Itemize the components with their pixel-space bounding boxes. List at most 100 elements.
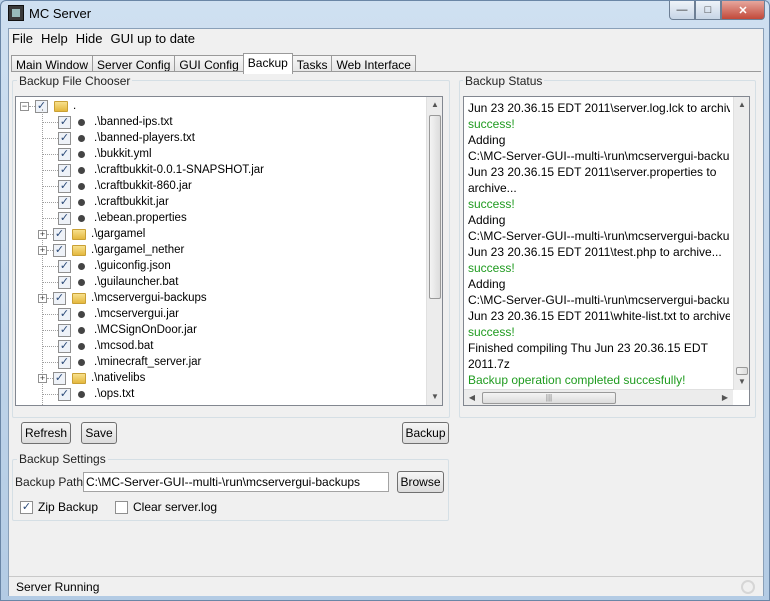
backup-button[interactable]: Backup bbox=[402, 422, 449, 444]
tree-connector bbox=[43, 329, 58, 331]
zip-backup-checkbox[interactable]: ✓ Zip Backup bbox=[20, 500, 98, 514]
checkbox-checked-icon[interactable]: ✓ bbox=[58, 179, 71, 193]
collapse-icon[interactable]: − bbox=[20, 101, 29, 111]
refresh-button[interactable]: Refresh bbox=[21, 422, 71, 444]
expand-icon[interactable]: + bbox=[38, 293, 47, 303]
expand-icon[interactable]: + bbox=[38, 373, 47, 383]
menu-item-hide[interactable]: Hide bbox=[73, 29, 108, 48]
checkbox-checked-icon[interactable]: ✓ bbox=[53, 371, 66, 385]
scroll-up-icon[interactable]: ▲ bbox=[734, 97, 749, 113]
menu-item-help[interactable]: Help bbox=[38, 29, 73, 48]
clear-server-log-checkbox[interactable]: Clear server.log bbox=[115, 500, 217, 514]
checkbox-checked-icon[interactable]: ✓ bbox=[58, 387, 71, 401]
backup-path-input[interactable]: C:\MC-Server-GUI--multi-\run\mcservergui… bbox=[83, 472, 389, 492]
tab-backup[interactable]: Backup bbox=[242, 53, 293, 74]
tree-connector bbox=[43, 361, 58, 363]
tree-item[interactable]: + ✓ .\gargamel_nether bbox=[16, 242, 184, 258]
checkbox-checked-icon[interactable]: ✓ bbox=[58, 131, 71, 145]
checkbox-checked-icon[interactable]: ✓ bbox=[58, 323, 71, 337]
tree-item-label: .\mcsod.bat bbox=[94, 340, 154, 352]
tree-item[interactable]: ✓ .\minecraft_server.jar bbox=[16, 354, 201, 370]
file-tree-scroll-thumb[interactable] bbox=[429, 115, 441, 299]
status-log-line: success! bbox=[468, 325, 515, 339]
close-button[interactable]: ✕ bbox=[721, 1, 765, 20]
tree-item-label: .\gargamel_nether bbox=[91, 244, 185, 256]
save-button[interactable]: Save bbox=[81, 422, 117, 444]
status-log-line: C:\MC-Server-GUI--multi-\run\mcservergui… bbox=[468, 229, 730, 243]
checkbox-checked-icon[interactable]: ✓ bbox=[58, 211, 71, 225]
scroll-down-icon[interactable]: ▼ bbox=[427, 389, 442, 405]
menu-item-gui-up-to-date[interactable]: GUI up to date bbox=[107, 29, 200, 48]
checkbox-checked-icon[interactable]: ✓ bbox=[58, 355, 71, 369]
scroll-down-icon[interactable]: ▼ bbox=[734, 374, 749, 390]
file-tree[interactable]: − ✓. ✓ .\banned-ips.txt ✓ .\banned-players.tx… bbox=[15, 96, 443, 406]
checkbox-checked-icon[interactable]: ✓ bbox=[53, 291, 66, 305]
tree-item[interactable]: ✓ .\ops.txt bbox=[16, 386, 134, 402]
checkbox-checked-icon[interactable]: ✓ bbox=[58, 339, 71, 353]
checkbox-checked-icon[interactable]: ✓ bbox=[58, 307, 71, 321]
checkbox-checked-icon[interactable]: ✓ bbox=[58, 163, 71, 177]
status-log-line: Jun 23 20.36.15 EDT 2011\test.php to arc… bbox=[468, 245, 722, 259]
expand-icon[interactable]: + bbox=[38, 229, 47, 239]
tree-item[interactable]: ✓ .\guiconfig.json bbox=[16, 258, 171, 274]
tree-root[interactable]: − ✓. bbox=[16, 98, 76, 114]
status-log-line: Finished compiling Thu Jun 23 20.36.15 E… bbox=[468, 341, 708, 355]
file-icon bbox=[78, 214, 85, 222]
window-controls: — □ ✕ bbox=[669, 1, 765, 21]
minimize-button[interactable]: — bbox=[669, 1, 695, 20]
status-log-line: Adding bbox=[468, 133, 506, 147]
tree-item[interactable]: ✓ .\craftbukkit.jar bbox=[16, 194, 169, 210]
checkbox-checked-icon[interactable]: ✓ bbox=[58, 147, 71, 161]
tree-item[interactable]: ✓ .\craftbukkit-0.0.1-SNAPSHOT.jar bbox=[16, 162, 264, 178]
checkbox-checked-icon[interactable]: ✓ bbox=[58, 195, 71, 209]
tree-item[interactable]: ✓ .\mcservergui.jar bbox=[16, 306, 179, 322]
tree-item[interactable]: ✓ .\ebean.properties bbox=[16, 210, 187, 226]
tree-item[interactable]: ✓ .\bukkit.yml bbox=[16, 146, 152, 162]
tree-item[interactable]: + ✓ .\gargamel bbox=[16, 226, 145, 242]
tree-connector bbox=[43, 185, 58, 187]
checkbox-checked-icon[interactable]: ✓ bbox=[53, 227, 66, 241]
status-log-line: success! bbox=[468, 197, 515, 211]
file-icon bbox=[78, 262, 85, 270]
tree-connector bbox=[43, 137, 58, 139]
status-log-line: Jun 23 20.36.15 EDT 2011\server.properti… bbox=[468, 165, 717, 179]
scroll-right-icon[interactable]: ▶ bbox=[717, 390, 733, 405]
tree-item[interactable]: ✓ .\MCSignOnDoor.jar bbox=[16, 322, 197, 338]
file-tree-vscrollbar[interactable]: ▲ ▼ bbox=[426, 97, 442, 405]
checkbox-unchecked-icon bbox=[115, 500, 128, 514]
tree-item-label: .\MCSignOnDoor.jar bbox=[94, 324, 197, 336]
tree-connector bbox=[47, 233, 53, 235]
tree-item[interactable]: ✓ .\craftbukkit-860.jar bbox=[16, 178, 192, 194]
status-hscroll-thumb[interactable]: ||| bbox=[482, 392, 616, 404]
checkbox-checked-icon[interactable]: ✓ bbox=[53, 243, 66, 257]
maximize-button[interactable]: □ bbox=[695, 1, 721, 20]
tree-item-label: .\banned-ips.txt bbox=[94, 116, 173, 128]
tree-item[interactable]: + ✓ .\nativelibs bbox=[16, 370, 145, 386]
tree-item-label: .\gargamel bbox=[91, 228, 146, 240]
tree-connector bbox=[43, 153, 58, 155]
browse-button[interactable]: Browse bbox=[397, 471, 444, 493]
status-hscrollbar[interactable]: ◀ ||| ▶ bbox=[464, 389, 733, 405]
backup-status-log[interactable]: Jun 23 20.36.15 EDT 2011\server.log.lck … bbox=[463, 96, 750, 406]
scroll-up-icon[interactable]: ▲ bbox=[427, 97, 442, 113]
checkbox-checked-icon[interactable]: ✓ bbox=[58, 115, 71, 129]
menu-item-file[interactable]: File bbox=[9, 29, 38, 48]
clear-server-log-label: Clear server.log bbox=[133, 500, 218, 514]
file-icon bbox=[78, 166, 85, 174]
scroll-left-icon[interactable]: ◀ bbox=[464, 390, 480, 405]
file-icon bbox=[78, 310, 85, 318]
checkbox-checked-icon[interactable]: ✓ bbox=[58, 275, 71, 289]
status-vscrollbar[interactable]: ▲ ▼ bbox=[733, 97, 749, 390]
tree-item[interactable]: ✓ .\guilauncher.bat bbox=[16, 274, 178, 290]
tree-connector bbox=[47, 377, 53, 379]
expand-icon[interactable]: + bbox=[38, 245, 47, 255]
tree-item[interactable]: ✓ .\banned-ips.txt bbox=[16, 114, 173, 130]
checkbox-checked-icon[interactable]: ✓ bbox=[58, 259, 71, 273]
status-title: Backup Status bbox=[463, 74, 545, 88]
tree-item[interactable]: + ✓ .\mcservergui-backups bbox=[16, 290, 207, 306]
status-bar: Server Running bbox=[9, 576, 763, 596]
title-bar[interactable]: MC Server — □ ✕ bbox=[1, 1, 769, 27]
tree-item[interactable]: ✓ .\banned-players.txt bbox=[16, 130, 195, 146]
tree-item[interactable]: ✓ .\mcsod.bat bbox=[16, 338, 153, 354]
status-log-line: success! bbox=[468, 117, 515, 131]
